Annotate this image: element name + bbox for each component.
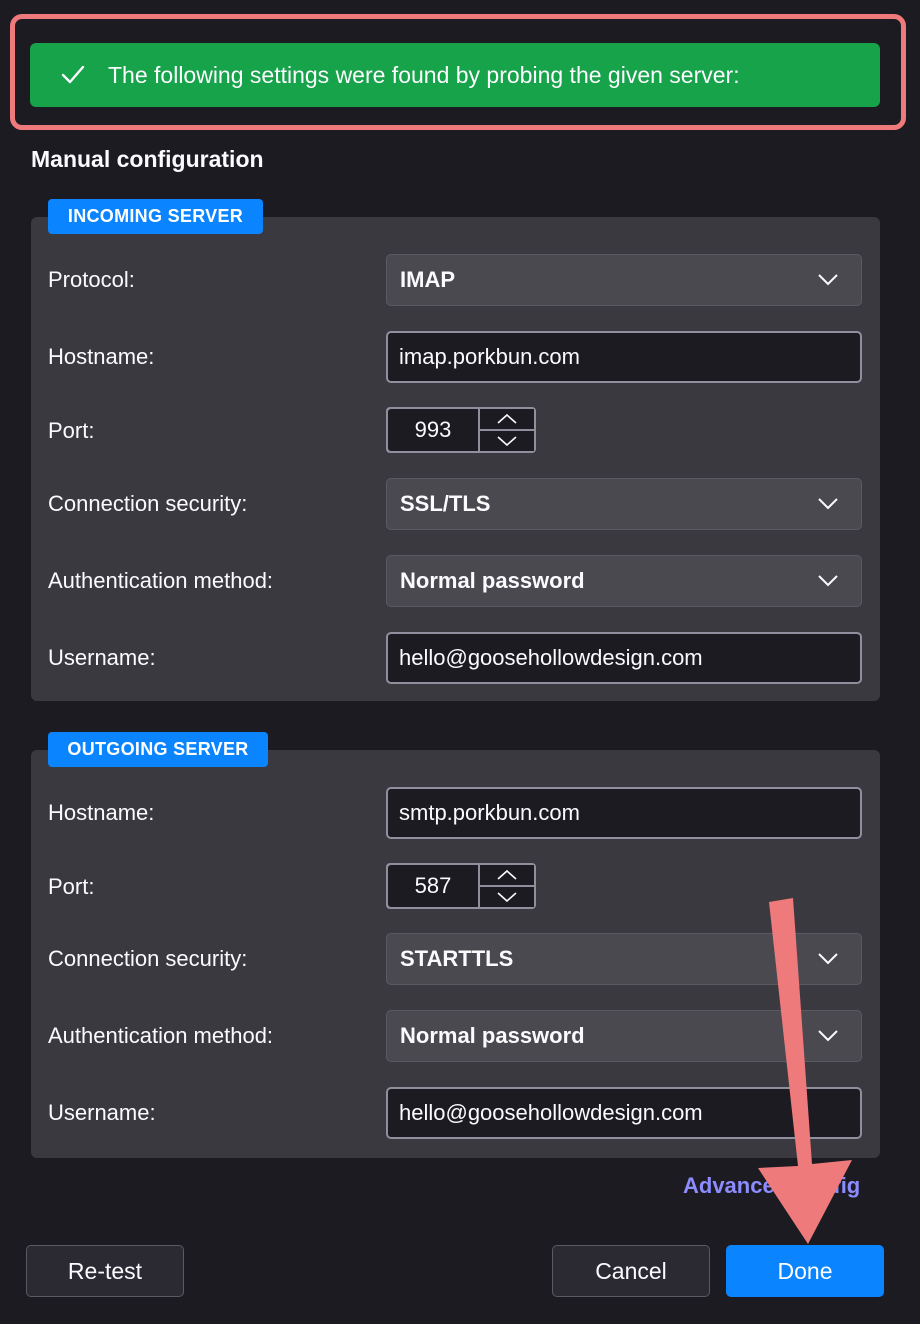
outgoing-hostname-row: Hostname: smtp.porkbun.com (31, 787, 880, 839)
security-label: Connection security: (48, 491, 248, 516)
chevron-down-icon (497, 436, 517, 447)
hostname-label: Hostname: (48, 344, 155, 369)
outgoing-username-value: hello@goosehollowdesign.com (399, 1100, 703, 1125)
incoming-auth-select[interactable]: Normal password (386, 555, 862, 607)
auth-label: Authentication method: (48, 1023, 274, 1048)
outgoing-port-decrement[interactable] (480, 887, 534, 907)
chevron-down-icon (818, 498, 838, 510)
outgoing-server-panel: OUTGOING SERVER Hostname: smtp.porkbun.c… (31, 732, 880, 1158)
incoming-username-input[interactable]: hello@goosehollowdesign.com (386, 632, 862, 684)
protocol-value: IMAP (400, 267, 455, 292)
outgoing-hostname-value: smtp.porkbun.com (399, 800, 580, 825)
outgoing-username-row: Username: hello@goosehollowdesign.com (31, 1087, 880, 1139)
incoming-server-panel: INCOMING SERVER Protocol: IMAP Hostname:… (31, 199, 880, 701)
incoming-port-value[interactable]: 993 (388, 409, 478, 451)
outgoing-security-row: Connection security: STARTTLS (31, 933, 880, 985)
outgoing-username-input[interactable]: hello@goosehollowdesign.com (386, 1087, 862, 1139)
incoming-server-tag: INCOMING SERVER (48, 199, 263, 234)
outgoing-port-increment[interactable] (480, 865, 534, 885)
success-banner: The following settings were found by pro… (30, 43, 880, 107)
username-label: Username: (48, 1100, 156, 1125)
incoming-hostname-row: Hostname: imap.porkbun.com (31, 331, 880, 383)
outgoing-hostname-input[interactable]: smtp.porkbun.com (386, 787, 862, 839)
advanced-config-link[interactable]: Advanced config (683, 1173, 860, 1199)
checkmark-icon (61, 65, 85, 84)
port-label: Port: (48, 874, 95, 899)
incoming-port-decrement[interactable] (480, 431, 534, 451)
section-title: Manual configuration (31, 146, 264, 172)
chevron-up-icon (497, 869, 517, 880)
chevron-down-icon (818, 575, 838, 587)
incoming-hostname-input[interactable]: imap.porkbun.com (386, 331, 862, 383)
outgoing-auth-row: Authentication method: Normal password (31, 1010, 880, 1062)
incoming-auth-row: Authentication method: Normal password (31, 555, 880, 607)
incoming-protocol-row: Protocol: IMAP (31, 254, 880, 306)
cancel-button[interactable]: Cancel (552, 1245, 710, 1297)
outgoing-security-select[interactable]: STARTTLS (386, 933, 862, 985)
chevron-down-icon (818, 1030, 838, 1042)
incoming-security-select[interactable]: SSL/TLS (386, 478, 862, 530)
incoming-auth-value: Normal password (400, 568, 585, 593)
username-label: Username: (48, 645, 156, 670)
incoming-username-row: Username: hello@goosehollowdesign.com (31, 632, 880, 684)
banner-message: The following settings were found by pro… (108, 61, 740, 88)
outgoing-auth-select[interactable]: Normal password (386, 1010, 862, 1062)
incoming-port-stepper[interactable]: 993 (386, 407, 536, 453)
incoming-port-increment[interactable] (480, 409, 534, 429)
protocol-select[interactable]: IMAP (386, 254, 862, 306)
outgoing-security-value: STARTTLS (400, 946, 514, 971)
chevron-up-icon (497, 413, 517, 424)
incoming-port-row: Port: 993 (31, 407, 880, 459)
outgoing-port-stepper[interactable]: 587 (386, 863, 536, 909)
outgoing-auth-value: Normal password (400, 1023, 585, 1048)
security-label: Connection security: (48, 946, 248, 971)
retest-button[interactable]: Re-test (26, 1245, 184, 1297)
chevron-down-icon (818, 274, 838, 286)
outgoing-port-value[interactable]: 587 (388, 865, 478, 907)
incoming-hostname-value: imap.porkbun.com (399, 344, 580, 369)
chevron-down-icon (818, 953, 838, 965)
incoming-security-value: SSL/TLS (400, 491, 491, 516)
protocol-label: Protocol: (48, 267, 135, 292)
auth-label: Authentication method: (48, 568, 274, 593)
hostname-label: Hostname: (48, 800, 155, 825)
incoming-security-row: Connection security: SSL/TLS (31, 478, 880, 530)
done-button[interactable]: Done (726, 1245, 884, 1297)
port-label: Port: (48, 418, 95, 443)
outgoing-port-row: Port: 587 (31, 863, 880, 915)
chevron-down-icon (497, 892, 517, 903)
outgoing-server-tag: OUTGOING SERVER (48, 732, 268, 767)
incoming-username-value: hello@goosehollowdesign.com (399, 645, 703, 670)
